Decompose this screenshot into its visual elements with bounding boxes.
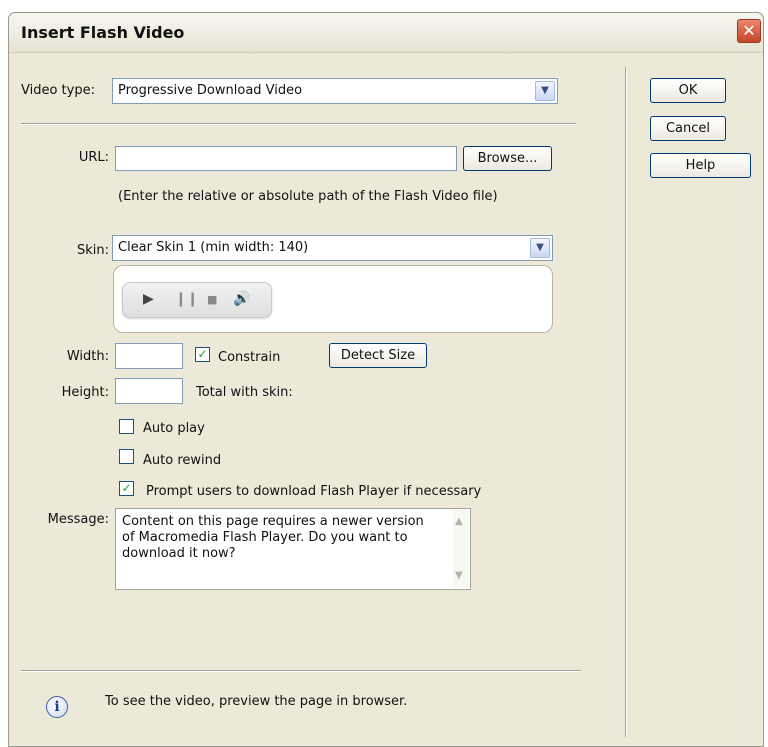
scroll-up-icon[interactable]: ▲	[455, 514, 463, 530]
auto-rewind-checkbox[interactable]	[119, 449, 134, 464]
help-button[interactable]: Help	[650, 153, 751, 178]
message-line: Content on this page requires a newer ve…	[122, 514, 424, 529]
play-icon: ▶	[143, 291, 154, 307]
url-label: URL:	[78, 150, 109, 165]
prompt-download-label: Prompt users to download Flash Player if…	[146, 484, 482, 499]
close-icon: ✕	[742, 21, 756, 40]
height-input[interactable]	[115, 378, 183, 404]
video-type-select[interactable]: Progressive Download Video ▼	[112, 78, 558, 104]
skin-value: Clear Skin 1 (min width: 140)	[118, 240, 309, 255]
total-with-skin-label: Total with skin:	[196, 385, 293, 400]
ok-button[interactable]: OK	[650, 78, 726, 103]
message-line: of Macromedia Flash Player. Do you want …	[122, 530, 408, 545]
divider-top	[21, 123, 576, 125]
auto-play-label: Auto play	[143, 421, 205, 436]
pause-icon: ❙❙	[175, 291, 199, 307]
browse-button[interactable]: Browse...	[463, 146, 552, 171]
skin-controls-bar: ▶ ❙❙ ■ 🔊	[122, 282, 272, 318]
prompt-download-checkbox[interactable]: ✓	[119, 481, 134, 496]
constrain-checkbox[interactable]: ✓	[195, 347, 210, 362]
divider-vertical	[625, 67, 627, 737]
detect-size-button[interactable]: Detect Size	[329, 343, 427, 368]
dialog-title: Insert Flash Video	[21, 23, 185, 42]
width-label: Width:	[66, 349, 109, 364]
auto-rewind-label: Auto rewind	[143, 453, 222, 468]
url-input[interactable]	[115, 146, 457, 171]
message-scrollbar[interactable]: ▲ ▼	[453, 510, 469, 588]
skin-select[interactable]: Clear Skin 1 (min width: 140) ▼	[112, 235, 553, 261]
stop-icon: ■	[207, 293, 218, 306]
info-icon: i	[46, 696, 68, 718]
skin-preview: ▶ ❙❙ ■ 🔊	[113, 265, 553, 333]
message-label: Message:	[47, 512, 109, 527]
chevron-down-icon[interactable]: ▼	[530, 238, 550, 258]
message-textarea[interactable]: Content on this page requires a newer ve…	[115, 508, 471, 590]
volume-icon: 🔊	[233, 291, 251, 307]
auto-play-checkbox[interactable]	[119, 419, 134, 434]
scroll-down-icon[interactable]: ▼	[455, 568, 463, 584]
video-type-label: Video type:	[21, 83, 95, 98]
constrain-label: Constrain	[218, 350, 281, 365]
width-input[interactable]	[115, 343, 183, 369]
insert-flash-video-dialog: Insert Flash Video ✕ Video type: Progres…	[8, 12, 764, 747]
cancel-button[interactable]: Cancel	[650, 116, 726, 141]
close-button[interactable]: ✕	[737, 19, 761, 43]
url-hint: (Enter the relative or absolute path of …	[118, 189, 498, 204]
title-bar[interactable]: Insert Flash Video ✕	[9, 13, 763, 53]
skin-label: Skin:	[76, 243, 109, 258]
message-line: download it now?	[122, 546, 236, 561]
height-label: Height:	[61, 385, 109, 400]
chevron-down-icon[interactable]: ▼	[535, 81, 555, 101]
info-text: To see the video, preview the page in br…	[105, 694, 408, 709]
video-type-value: Progressive Download Video	[118, 83, 303, 98]
divider-bottom	[21, 670, 581, 672]
